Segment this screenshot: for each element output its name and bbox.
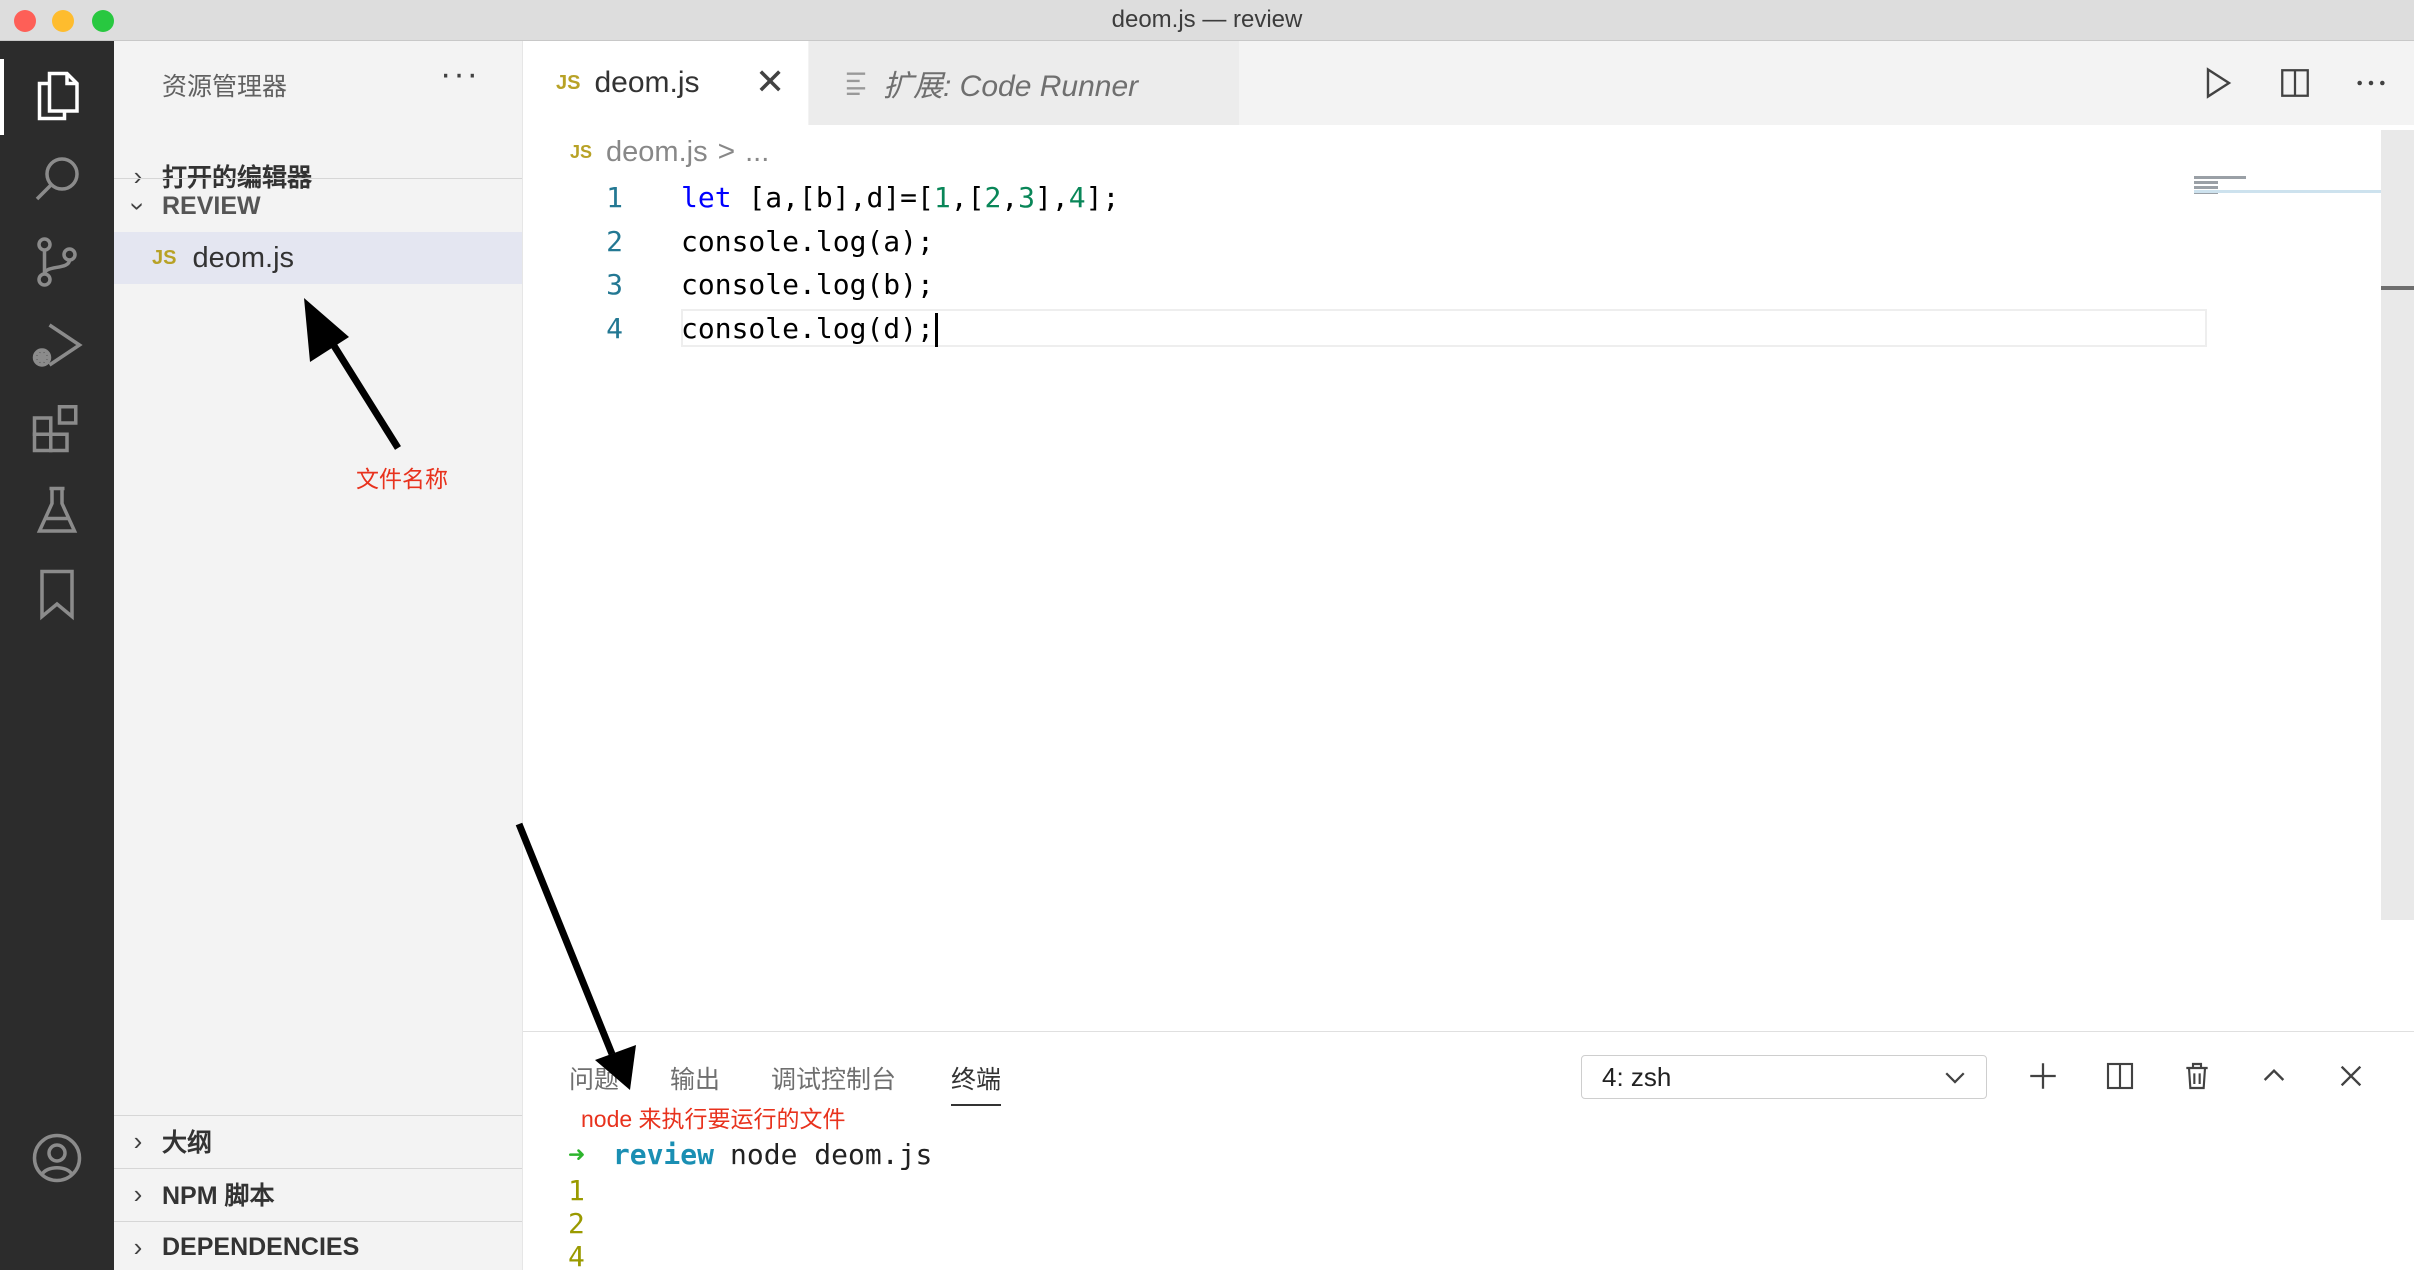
annotation-arrow-terminal: [515, 822, 636, 1090]
annotation-arrows: [304, 298, 636, 1090]
annotation-arrow-file: [304, 298, 401, 450]
